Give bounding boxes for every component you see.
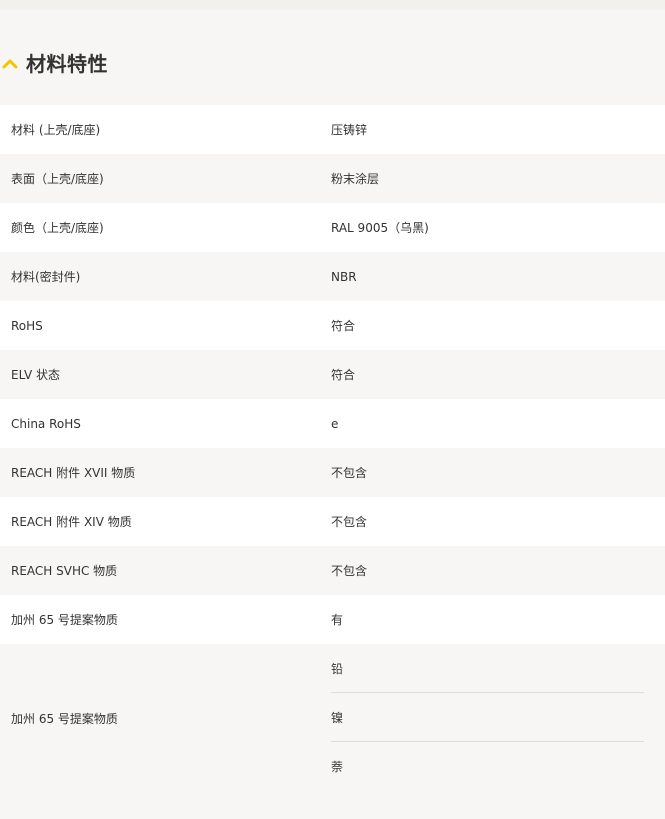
row-label: China RoHS <box>11 416 81 431</box>
chevron-up-icon[interactable] <box>2 55 18 69</box>
row-value: 粉末涂层 <box>331 172 380 186</box>
row-value: 不包含 <box>331 466 368 480</box>
row-value: 压铸锌 <box>331 123 368 137</box>
table-row: China RoHS e <box>0 399 665 448</box>
row-value: RAL 9005（乌黑) <box>331 221 429 235</box>
row-label: REACH 附件 XVII 物质 <box>11 466 136 480</box>
row-label: RoHS <box>11 318 43 333</box>
row-subvalue: 镍 <box>331 693 644 742</box>
row-label: 加州 65 号提案物质 <box>11 613 118 627</box>
row-label: 颜色（上壳/底座) <box>11 221 104 235</box>
table-row: REACH 附件 XIV 物质 不包含 <box>0 497 665 546</box>
row-label: 表面（上壳/底座) <box>11 172 104 186</box>
row-label: 材料(密封件) <box>11 270 81 284</box>
table-row: REACH SVHC 物质 不包含 <box>0 546 665 595</box>
row-label: REACH 附件 XIV 物质 <box>11 515 132 529</box>
table-row: 表面（上壳/底座) 粉末涂层 <box>0 154 665 203</box>
row-value-list: 铅 镍 萘 <box>331 644 644 793</box>
row-value: 有 <box>331 613 344 627</box>
table-row: ELV 状态 符合 <box>0 350 665 399</box>
table-row: RoHS 符合 <box>0 301 665 350</box>
row-subvalue: 铅 <box>331 644 644 693</box>
row-subvalue: 萘 <box>331 760 344 774</box>
table-row: REACH 附件 XVII 物质 不包含 <box>0 448 665 497</box>
row-label: 加州 65 号提案物质 <box>11 712 118 726</box>
section-header[interactable]: 材料特性 <box>0 42 108 82</box>
table-row: 材料 (上壳/底座) 压铸锌 <box>0 105 665 154</box>
row-value: 符合 <box>331 319 356 333</box>
section-title: 材料特性 <box>26 51 108 76</box>
row-value: 不包含 <box>331 515 368 529</box>
material-properties-table: 材料 (上壳/底座) 压铸锌 表面（上壳/底座) 粉末涂层 颜色（上壳/底座) … <box>0 105 665 793</box>
table-row: 材料(密封件) NBR <box>0 252 665 301</box>
row-value: e <box>331 416 339 431</box>
row-value: NBR <box>331 269 357 284</box>
row-value: 符合 <box>331 368 356 382</box>
row-label: ELV 状态 <box>11 368 60 382</box>
table-row: 加州 65 号提案物质 有 <box>0 595 665 644</box>
row-label: 材料 (上壳/底座) <box>11 123 101 137</box>
top-strip <box>0 0 665 10</box>
row-label: REACH SVHC 物质 <box>11 564 118 578</box>
row-value: 不包含 <box>331 564 368 578</box>
table-row: 颜色（上壳/底座) RAL 9005（乌黑) <box>0 203 665 252</box>
table-row-multi-value: 加州 65 号提案物质 铅 镍 萘 <box>0 644 665 793</box>
